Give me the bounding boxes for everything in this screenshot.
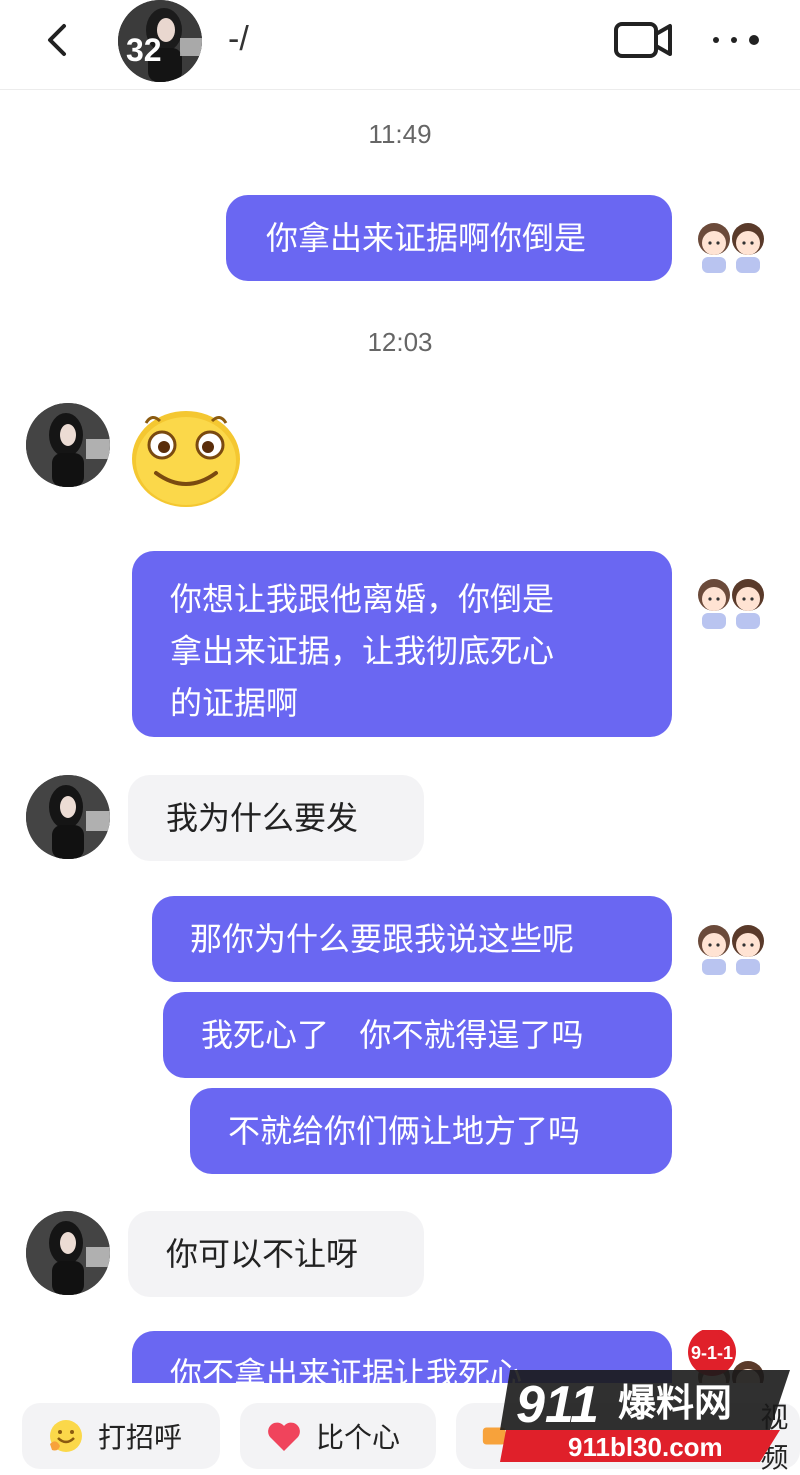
message-line: 你想让我跟他离婚，你倒是 xyxy=(170,580,555,618)
contact-avatar[interactable]: 32 xyxy=(118,0,202,82)
smile-emoji-icon[interactable] xyxy=(130,409,242,509)
girl-photo-icon xyxy=(26,403,110,487)
message-line: 拿出来证据，让我彻底死心 xyxy=(170,632,555,670)
watermark-brand-text: 爆料网 xyxy=(618,1381,732,1425)
more-dots-icon[interactable] xyxy=(706,22,766,58)
message-bubble-sent[interactable]: 不就给你们俩让地方了吗 xyxy=(190,1088,672,1174)
my-avatar[interactable] xyxy=(692,201,772,277)
message-bubble-received[interactable]: 你可以不让呀 xyxy=(128,1211,424,1297)
heart-icon xyxy=(268,1422,300,1451)
heart-button[interactable]: 比个心 xyxy=(240,1403,436,1469)
my-avatar[interactable] xyxy=(692,903,772,979)
greet-button[interactable]: 打招呼 xyxy=(22,1403,220,1469)
contact-avatar[interactable] xyxy=(26,1211,110,1295)
contact-avatar[interactable] xyxy=(26,775,110,859)
watermark-url: 911bl30.com xyxy=(568,1432,723,1462)
couple-cartoon-icon xyxy=(698,925,764,975)
watermark-top-text: 9-1-1 xyxy=(691,1343,733,1363)
watermark-logo: 9-1-1 911 爆料网 911bl30.com xyxy=(500,1330,790,1462)
chat-header: 32 -/ xyxy=(0,0,800,90)
watermark-brand-num: 911 xyxy=(516,1376,599,1434)
heart-label: 比个心 xyxy=(316,1421,401,1454)
avatar-badge: 32 xyxy=(126,32,162,68)
message-bubble-sent[interactable]: 你想让我跟他离婚，你倒是 拿出来证据，让我彻底死心 的证据啊 xyxy=(132,551,672,737)
my-avatar[interactable] xyxy=(692,557,772,633)
couple-cartoon-icon xyxy=(698,579,764,629)
message-line: 的证据啊 xyxy=(170,684,299,722)
chat-thread[interactable]: 11:49 你拿出来证据啊你倒是 12:03 你想让我跟他离婚，你倒是 拿出来证… xyxy=(0,91,800,1383)
message-bubble-sent[interactable]: 那你为什么要跟我说这些呢 xyxy=(152,896,672,982)
contact-avatar[interactable] xyxy=(26,403,110,487)
greet-label: 打招呼 xyxy=(98,1421,183,1454)
girl-photo-icon xyxy=(26,1211,110,1295)
timestamp: 11:49 xyxy=(368,119,432,149)
wave-hand-icon xyxy=(50,1420,82,1452)
message-bubble-sent[interactable]: 我死心了 你不就得逞了吗 xyxy=(163,992,672,1078)
message-bubble-received[interactable]: 我为什么要发 xyxy=(128,775,424,861)
contact-name: -/ xyxy=(228,20,249,58)
video-call-icon[interactable] xyxy=(612,18,674,62)
couple-cartoon-icon xyxy=(698,223,764,273)
timestamp: 12:03 xyxy=(367,327,433,357)
girl-photo-icon xyxy=(26,775,110,859)
message-bubble-sent[interactable]: 你拿出来证据啊你倒是 xyxy=(226,195,672,281)
back-icon[interactable] xyxy=(36,18,80,62)
